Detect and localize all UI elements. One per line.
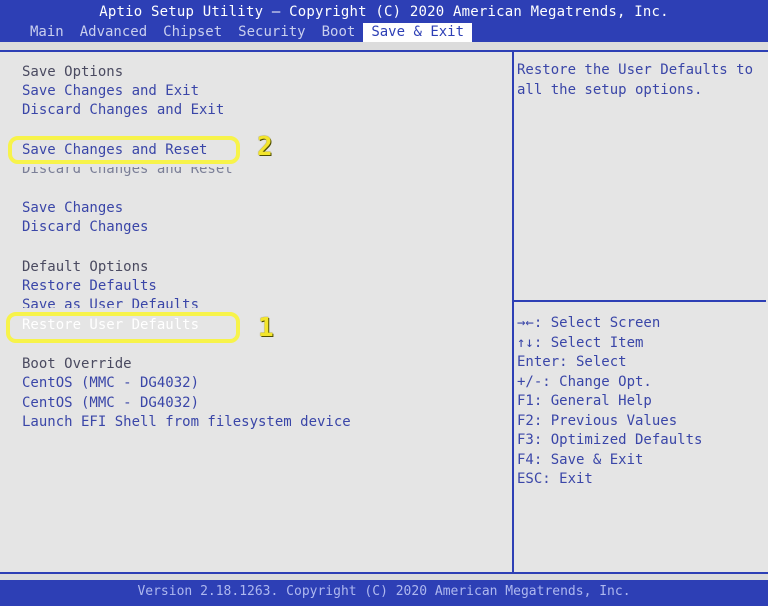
bios-title: Aptio Setup Utility – Copyright (C) 2020… <box>99 4 669 20</box>
title-bar: Aptio Setup Utility – Copyright (C) 2020… <box>0 0 768 42</box>
save-options-header: Save Options <box>22 64 124 80</box>
annotation-number-2: 2 <box>257 132 273 162</box>
boot-option-centos-2[interactable]: CentOS (MMC - DG4032) <box>22 395 199 411</box>
key-general-help: F1: General Help <box>517 393 652 409</box>
restore-defaults[interactable]: Restore Defaults <box>22 278 157 294</box>
key-legend: →←: Select Screen ↑↓: Select Item Enter:… <box>517 314 762 490</box>
tab-chipset[interactable]: Chipset <box>155 23 230 42</box>
discard-changes-and-exit[interactable]: Discard Changes and Exit <box>22 102 224 118</box>
key-previous-values: F2: Previous Values <box>517 412 678 429</box>
save-as-user-defaults[interactable]: Save as User Defaults <box>22 297 199 308</box>
launch-efi-shell[interactable]: Launch EFI Shell from filesystem device <box>22 414 351 430</box>
save-changes-and-exit[interactable]: Save Changes and Exit <box>22 83 199 99</box>
tab-security[interactable]: Security <box>230 23 313 42</box>
highlight-box-save-changes-and-reset <box>8 136 240 164</box>
version-text: Version 2.18.1263. Copyright (C) 2020 Am… <box>137 584 631 599</box>
key-save-exit: F4: Save & Exit <box>517 451 644 468</box>
key-select-item: ↑↓: Select Item <box>517 334 644 351</box>
tab-bar: Main Advanced Chipset Security Boot Save… <box>22 23 473 42</box>
default-options-header: Default Options <box>22 259 149 275</box>
help-panel: Restore the User Defaults to all the set… <box>512 50 768 574</box>
tab-save-exit[interactable]: Save & Exit <box>363 23 473 42</box>
item-help-text: Restore the User Defaults to all the set… <box>517 62 762 98</box>
boot-override-header: Boot Override <box>22 356 132 372</box>
options-panel: Save Options Save Changes and Exit Disca… <box>0 50 514 574</box>
tab-main[interactable]: Main <box>22 23 72 42</box>
key-optimized-defaults: F3: Optimized Defaults <box>517 432 703 448</box>
boot-option-centos-1[interactable]: CentOS (MMC - DG4032) <box>22 375 199 391</box>
key-enter-select: Enter: Select <box>517 354 627 370</box>
highlight-box-restore-user-defaults <box>6 312 240 343</box>
annotation-number-1: 1 <box>258 313 274 343</box>
tab-advanced[interactable]: Advanced <box>72 23 155 42</box>
key-esc-exit: ESC: Exit <box>517 471 593 487</box>
key-select-screen: →←: Select Screen <box>517 315 661 331</box>
help-divider <box>514 300 766 302</box>
save-changes[interactable]: Save Changes <box>22 200 123 216</box>
discard-changes[interactable]: Discard Changes <box>22 219 148 235</box>
tab-boot[interactable]: Boot <box>314 23 364 42</box>
key-change-opt: +/-: Change Opt. <box>517 373 652 390</box>
footer-bar: Version 2.18.1263. Copyright (C) 2020 Am… <box>0 580 768 606</box>
